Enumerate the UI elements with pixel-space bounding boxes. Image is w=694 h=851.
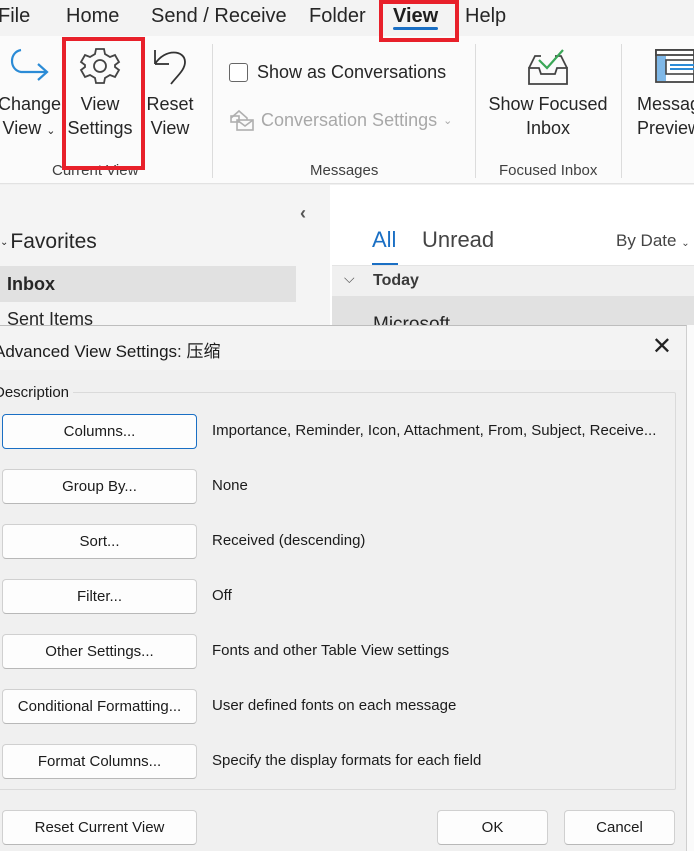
description-legend: Description	[0, 384, 74, 401]
sort-dropdown[interactable]: By Date ⌄	[616, 231, 690, 251]
cancel-button[interactable]: Cancel	[564, 810, 675, 845]
view-settings-label-1: View	[80, 94, 120, 114]
message-preview-label-1: Message	[637, 94, 694, 114]
message-item[interactable]: Microsoft	[332, 296, 694, 325]
tab-help[interactable]: Help	[465, 4, 506, 28]
other-settings-button[interactable]: Other Settings...	[2, 634, 197, 669]
undo-icon	[154, 50, 186, 85]
dialog-title: Advanced View Settings: 压缩	[0, 342, 221, 361]
tab-home[interactable]: Home	[66, 4, 119, 28]
sort-description: Received (descending)	[212, 532, 366, 549]
message-preview-label-2: Preview	[637, 118, 694, 138]
show-as-conversations-label: Show as Conversations	[257, 62, 447, 82]
other-settings-description: Fonts and other Table View settings	[212, 642, 450, 659]
tab-file[interactable]: File	[0, 4, 30, 28]
messages-group-label: Messages	[310, 162, 379, 179]
folder-item-inbox[interactable]: Inbox	[0, 266, 296, 302]
ribbon-separator	[212, 44, 213, 178]
message-preview-icon	[655, 49, 694, 83]
advanced-view-settings-dialog: Advanced View Settings: 压缩 ✕ Description…	[0, 325, 687, 851]
setting-row-other-settings: Other Settings... Fonts and other Table …	[2, 634, 672, 670]
ribbon: Change View ⌄ View Settings Reset View C…	[0, 36, 694, 184]
sort-button[interactable]: Sort...	[2, 524, 197, 559]
message-list: All Unread By Date ⌄ ⌵ Today Microsoft	[330, 185, 694, 325]
group-by-description: None	[212, 477, 248, 494]
view-settings-label-2: Settings	[67, 118, 133, 138]
close-icon[interactable]: ✕	[652, 334, 672, 360]
folder-pane: ‹ ⌄Favorites Inbox Sent Items	[0, 185, 330, 329]
format-columns-button[interactable]: Format Columns...	[2, 744, 197, 779]
ribbon-tab-bar: File Home Send / Receive Folder View Hel…	[0, 0, 694, 36]
ok-button[interactable]: OK	[437, 810, 548, 845]
favorites-header[interactable]: ⌄Favorites	[0, 230, 97, 254]
focused-inbox-icon	[528, 49, 568, 85]
background-window-edge	[687, 325, 694, 851]
chevron-down-icon: ⌄	[0, 236, 9, 248]
chevron-down-icon: ⌄	[681, 238, 690, 249]
message-preview-button[interactable]: Message Preview	[637, 46, 694, 140]
show-focused-inbox-label-2: Inbox	[525, 118, 571, 138]
focused-inbox-group-label: Focused Inbox	[499, 162, 598, 179]
columns-description: Importance, Reminder, Icon, Attachment, …	[212, 422, 657, 439]
chevron-down-icon: ⌄	[443, 114, 453, 127]
collapse-pane-icon[interactable]: ‹	[300, 203, 306, 224]
setting-row-columns: Columns... Importance, Reminder, Icon, A…	[2, 414, 672, 450]
reset-current-view-button[interactable]: Reset Current View	[2, 810, 197, 845]
dialog-titlebar: Advanced View Settings: 压缩 ✕	[0, 326, 686, 370]
filter-button[interactable]: Filter...	[2, 579, 197, 614]
filter-tab-all[interactable]: All	[372, 227, 396, 253]
change-view-label-2: View ⌄	[2, 118, 56, 138]
current-view-group-label: Current View	[52, 162, 139, 179]
chevron-down-icon: ⌄	[46, 125, 56, 137]
format-columns-description: Specify the display formats for each fie…	[212, 752, 482, 769]
ribbon-separator	[621, 44, 622, 178]
show-focused-inbox-button[interactable]: Show Focused Inbox	[486, 46, 610, 140]
setting-row-conditional-formatting: Conditional Formatting... User defined f…	[2, 689, 672, 725]
setting-row-filter: Filter... Off	[2, 579, 672, 615]
conversation-settings-button[interactable]: Conversation Settings ⌄	[229, 108, 452, 132]
change-view-icon	[10, 48, 49, 81]
tab-send-receive[interactable]: Send / Receive	[151, 4, 287, 28]
columns-button[interactable]: Columns...	[2, 414, 197, 449]
active-tab-indicator	[393, 27, 438, 30]
change-view-button[interactable]: Change View ⌄	[0, 46, 62, 143]
conversation-settings-label: Conversation Settings	[261, 109, 438, 130]
conditional-formatting-button[interactable]: Conditional Formatting...	[2, 689, 197, 724]
group-header-today[interactable]: ⌵ Today	[332, 265, 694, 296]
setting-row-sort: Sort... Received (descending)	[2, 524, 672, 560]
checkbox-box[interactable]	[229, 63, 248, 82]
reset-view-button[interactable]: Reset View	[146, 46, 194, 140]
favorites-label: Favorites	[10, 230, 97, 253]
filter-description: Off	[212, 587, 232, 604]
setting-row-group-by: Group By... None	[2, 469, 672, 505]
conversation-settings-icon	[230, 109, 254, 131]
ribbon-separator	[475, 44, 476, 178]
reset-view-label-2: View	[150, 118, 190, 138]
gear-icon	[79, 48, 121, 84]
view-settings-button[interactable]: View Settings	[66, 46, 134, 140]
setting-row-format-columns: Format Columns... Specify the display fo…	[2, 744, 672, 780]
tab-view[interactable]: View	[393, 4, 438, 28]
chevron-down-icon: ⌵	[344, 270, 355, 286]
tab-folder[interactable]: Folder	[309, 4, 366, 28]
group-by-button[interactable]: Group By...	[2, 469, 197, 504]
message-sender: Microsoft	[373, 314, 451, 325]
change-view-label-1: Change	[0, 94, 62, 114]
reset-view-label-1: Reset	[146, 94, 194, 114]
group-header-label: Today	[373, 272, 419, 289]
conditional-formatting-description: User defined fonts on each message	[212, 697, 457, 714]
show-focused-inbox-label-1: Show Focused	[488, 94, 608, 114]
filter-tab-unread[interactable]: Unread	[422, 227, 494, 253]
show-as-conversations-checkbox[interactable]: Show as Conversations	[229, 62, 446, 83]
